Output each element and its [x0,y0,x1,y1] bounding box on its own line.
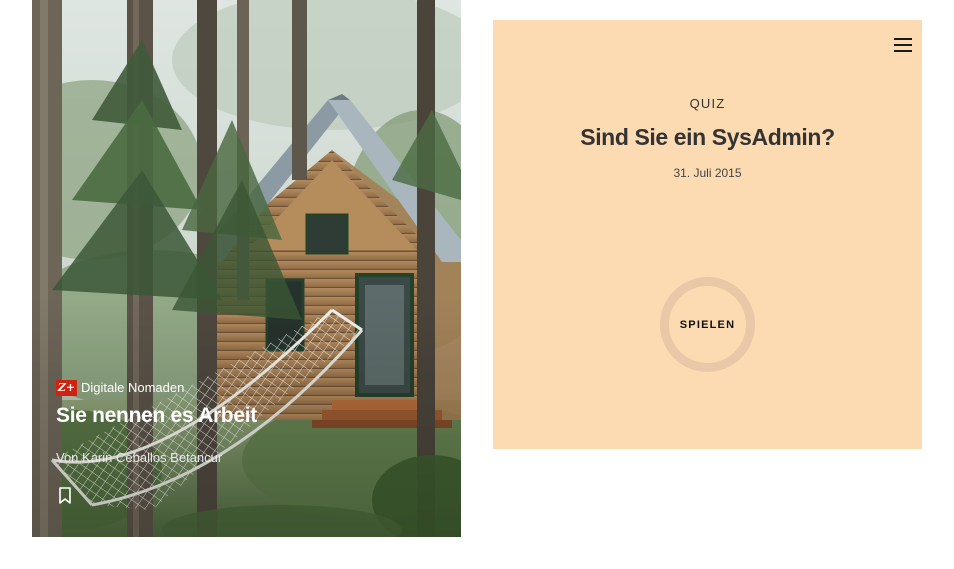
play-button-label: SPIELEN [679,318,736,331]
quiz-card: QUIZ Sind Sie ein SysAdmin? 31. Juli 201… [493,20,922,449]
bookmark-icon[interactable] [58,487,72,505]
kicker-row: Z+ Digitale Nomaden [56,380,184,396]
quiz-title: Sind Sie ein SysAdmin? [580,124,835,150]
zplus-badge: Z+ [56,380,77,396]
article-teaser-card[interactable]: Z+ Digitale Nomaden Sie nennen es Arbeit… [32,0,461,537]
article-title[interactable]: Sie nennen es Arbeit [56,402,257,430]
quiz-label: QUIZ [689,96,726,111]
article-byline: Von Karin Ceballos Betancur [56,450,223,465]
menu-icon[interactable] [894,38,912,52]
quiz-date: 31. Juli 2015 [673,166,742,180]
article-kicker: Digitale Nomaden [81,380,185,395]
play-button[interactable]: SPIELEN [660,277,755,372]
